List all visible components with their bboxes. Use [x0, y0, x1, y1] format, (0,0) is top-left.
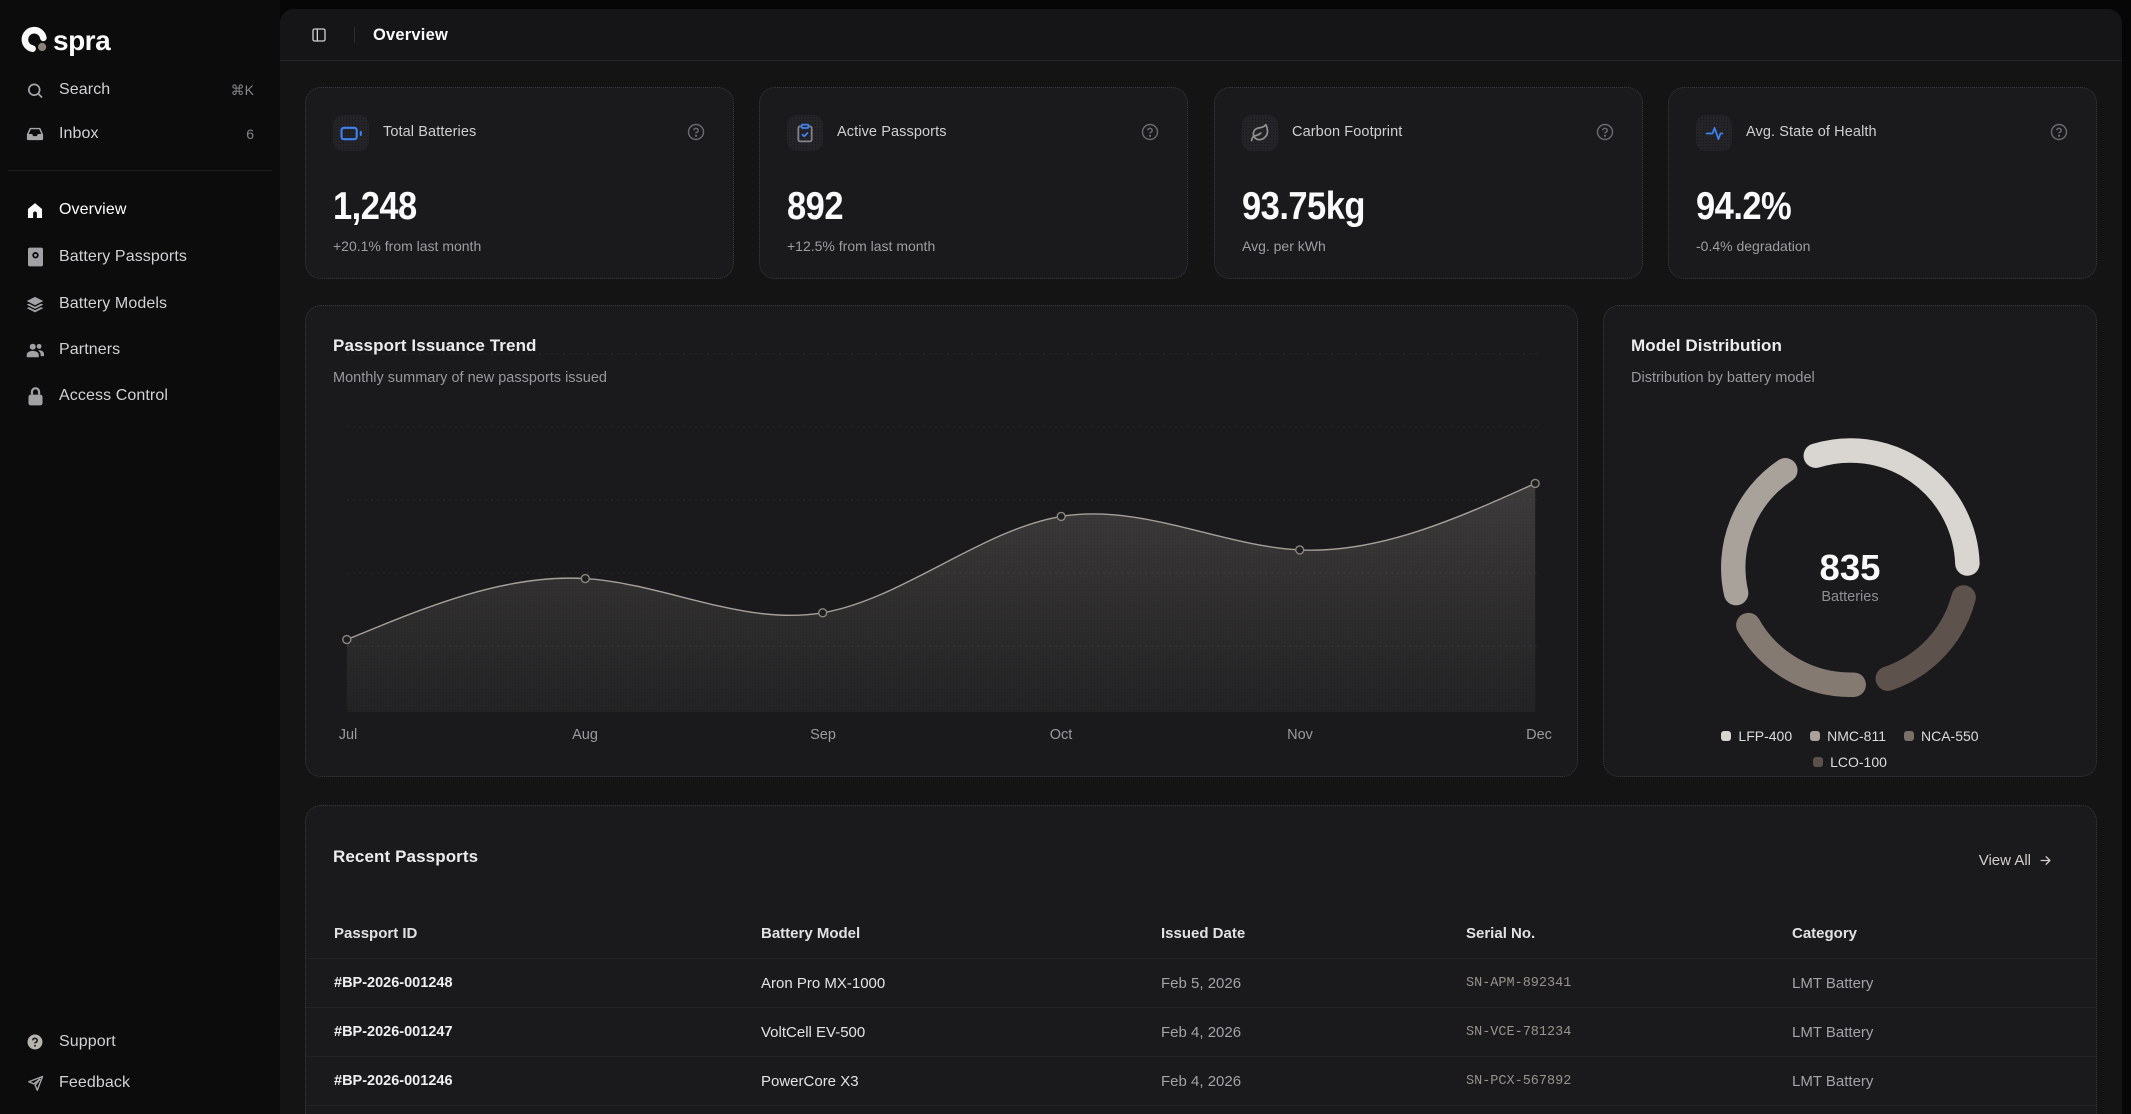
svg-text:Aug: Aug — [572, 727, 598, 743]
svg-text:Sep: Sep — [810, 727, 836, 743]
svg-text:Oct: Oct — [1050, 727, 1073, 743]
svg-text:835: 835 — [1820, 547, 1881, 588]
svg-text:Jul: Jul — [339, 727, 358, 743]
svg-text:Nov: Nov — [1287, 727, 1314, 743]
svg-text:Batteries: Batteries — [1821, 589, 1878, 605]
svg-text:Dec: Dec — [1526, 727, 1552, 743]
